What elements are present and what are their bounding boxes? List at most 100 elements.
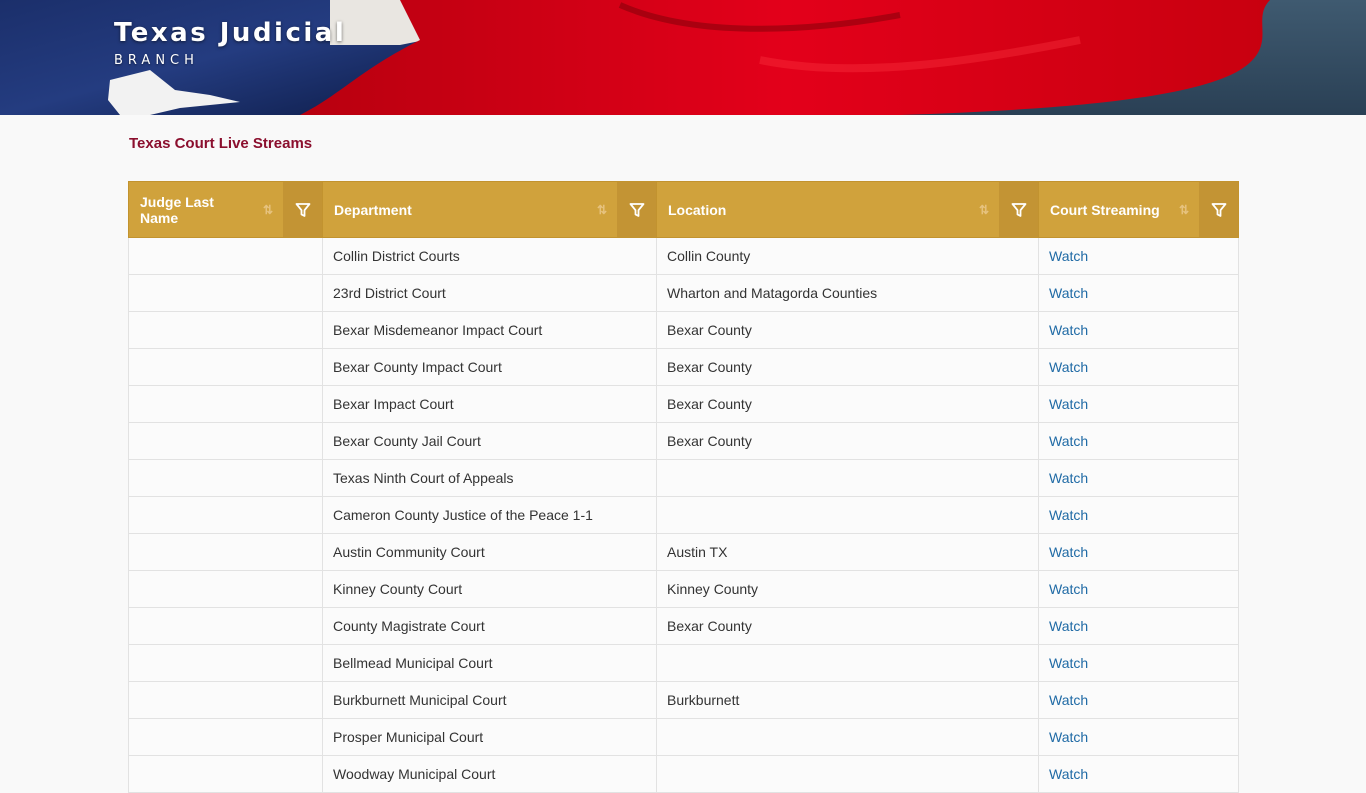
column-header-location[interactable]: Location ⇅	[656, 181, 1039, 238]
cell-streaming: Watch	[1038, 496, 1239, 534]
cell-judge	[128, 348, 323, 386]
watch-link[interactable]: Watch	[1049, 396, 1088, 412]
watch-link[interactable]: Watch	[1049, 248, 1088, 264]
cell-judge	[128, 755, 323, 793]
filter-icon[interactable]	[283, 182, 322, 237]
column-header-judge[interactable]: Judge Last Name ⇅	[128, 181, 323, 238]
cell-streaming: Watch	[1038, 422, 1239, 460]
cell-location: Bexar County	[656, 348, 1039, 386]
streams-table-container: Judge Last Name ⇅ Department ⇅ Location …	[128, 181, 1239, 793]
cell-location	[656, 496, 1039, 534]
cell-judge	[128, 422, 323, 460]
watch-link[interactable]: Watch	[1049, 322, 1088, 338]
table-row: Bexar Impact Court Bexar County Watch	[128, 385, 1239, 423]
cell-streaming: Watch	[1038, 644, 1239, 682]
table-row: Texas Ninth Court of Appeals Watch	[128, 459, 1239, 497]
sort-icon[interactable]: ⇅	[1169, 182, 1199, 237]
streams-table: Judge Last Name ⇅ Department ⇅ Location …	[128, 181, 1239, 793]
cell-judge	[128, 533, 323, 571]
cell-department: Bellmead Municipal Court	[322, 644, 657, 682]
cell-streaming: Watch	[1038, 459, 1239, 497]
cell-judge	[128, 237, 323, 275]
cell-department: Bexar County Impact Court	[322, 348, 657, 386]
column-label-streaming[interactable]: Court Streaming	[1039, 182, 1169, 237]
watch-link[interactable]: Watch	[1049, 544, 1088, 560]
cell-location: Burkburnett	[656, 681, 1039, 719]
cell-location: Bexar County	[656, 607, 1039, 645]
watch-link[interactable]: Watch	[1049, 359, 1088, 375]
cell-judge	[128, 311, 323, 349]
table-row: Burkburnett Municipal Court Burkburnett …	[128, 681, 1239, 719]
cell-department: Kinney County Court	[322, 570, 657, 608]
cell-department: Bexar County Jail Court	[322, 422, 657, 460]
cell-streaming: Watch	[1038, 533, 1239, 571]
filter-icon[interactable]	[1199, 182, 1238, 237]
cell-streaming: Watch	[1038, 348, 1239, 386]
column-label-department[interactable]: Department	[323, 182, 587, 237]
cell-department: Cameron County Justice of the Peace 1-1	[322, 496, 657, 534]
table-row: Bexar County Jail Court Bexar County Wat…	[128, 422, 1239, 460]
cell-location: Bexar County	[656, 311, 1039, 349]
cell-department: Burkburnett Municipal Court	[322, 681, 657, 719]
page-title: Texas Court Live Streams	[129, 135, 313, 152]
watch-link[interactable]: Watch	[1049, 692, 1088, 708]
table-row: Bexar County Impact Court Bexar County W…	[128, 348, 1239, 386]
cell-department: Woodway Municipal Court	[322, 755, 657, 793]
filter-icon[interactable]	[999, 182, 1038, 237]
watch-link[interactable]: Watch	[1049, 470, 1088, 486]
watch-link[interactable]: Watch	[1049, 285, 1088, 301]
cell-judge	[128, 681, 323, 719]
cell-location: Kinney County	[656, 570, 1039, 608]
cell-judge	[128, 385, 323, 423]
cell-streaming: Watch	[1038, 681, 1239, 719]
table-row: Austin Community Court Austin TX Watch	[128, 533, 1239, 571]
cell-department: County Magistrate Court	[322, 607, 657, 645]
cell-department: Texas Ninth Court of Appeals	[322, 459, 657, 497]
cell-location: Wharton and Matagorda Counties	[656, 274, 1039, 312]
cell-streaming: Watch	[1038, 274, 1239, 312]
watch-link[interactable]: Watch	[1049, 655, 1088, 671]
cell-location	[656, 644, 1039, 682]
watch-link[interactable]: Watch	[1049, 766, 1088, 782]
filter-icon[interactable]	[617, 182, 656, 237]
cell-department: Collin District Courts	[322, 237, 657, 275]
cell-streaming: Watch	[1038, 570, 1239, 608]
cell-department: Bexar Misdemeanor Impact Court	[322, 311, 657, 349]
cell-judge	[128, 496, 323, 534]
column-label-location[interactable]: Location	[657, 182, 969, 237]
table-row: Prosper Municipal Court Watch	[128, 718, 1239, 756]
sort-icon[interactable]: ⇅	[253, 182, 283, 237]
cell-department: Bexar Impact Court	[322, 385, 657, 423]
cell-streaming: Watch	[1038, 718, 1239, 756]
watch-link[interactable]: Watch	[1049, 618, 1088, 634]
column-header-streaming[interactable]: Court Streaming ⇅	[1038, 181, 1239, 238]
table-row: Kinney County Court Kinney County Watch	[128, 570, 1239, 608]
column-label-judge[interactable]: Judge Last Name	[129, 182, 253, 237]
cell-judge	[128, 274, 323, 312]
cell-streaming: Watch	[1038, 755, 1239, 793]
watch-link[interactable]: Watch	[1049, 507, 1088, 523]
table-row: Woodway Municipal Court Watch	[128, 755, 1239, 793]
sort-icon[interactable]: ⇅	[587, 182, 617, 237]
cell-location	[656, 755, 1039, 793]
site-title[interactable]: Texas Judicial	[114, 18, 346, 48]
cell-location: Austin TX	[656, 533, 1039, 571]
cell-judge	[128, 644, 323, 682]
cell-department: 23rd District Court	[322, 274, 657, 312]
cell-location: Bexar County	[656, 385, 1039, 423]
sort-icon[interactable]: ⇅	[969, 182, 999, 237]
cell-judge	[128, 459, 323, 497]
watch-link[interactable]: Watch	[1049, 433, 1088, 449]
cell-streaming: Watch	[1038, 311, 1239, 349]
table-row: Bellmead Municipal Court Watch	[128, 644, 1239, 682]
table-row: 23rd District Court Wharton and Matagord…	[128, 274, 1239, 312]
table-row: County Magistrate Court Bexar County Wat…	[128, 607, 1239, 645]
watch-link[interactable]: Watch	[1049, 581, 1088, 597]
cell-judge	[128, 718, 323, 756]
cell-streaming: Watch	[1038, 607, 1239, 645]
watch-link[interactable]: Watch	[1049, 729, 1088, 745]
cell-location: Collin County	[656, 237, 1039, 275]
column-header-department[interactable]: Department ⇅	[322, 181, 657, 238]
site-subtitle: BRANCH	[114, 53, 199, 68]
cell-judge	[128, 570, 323, 608]
